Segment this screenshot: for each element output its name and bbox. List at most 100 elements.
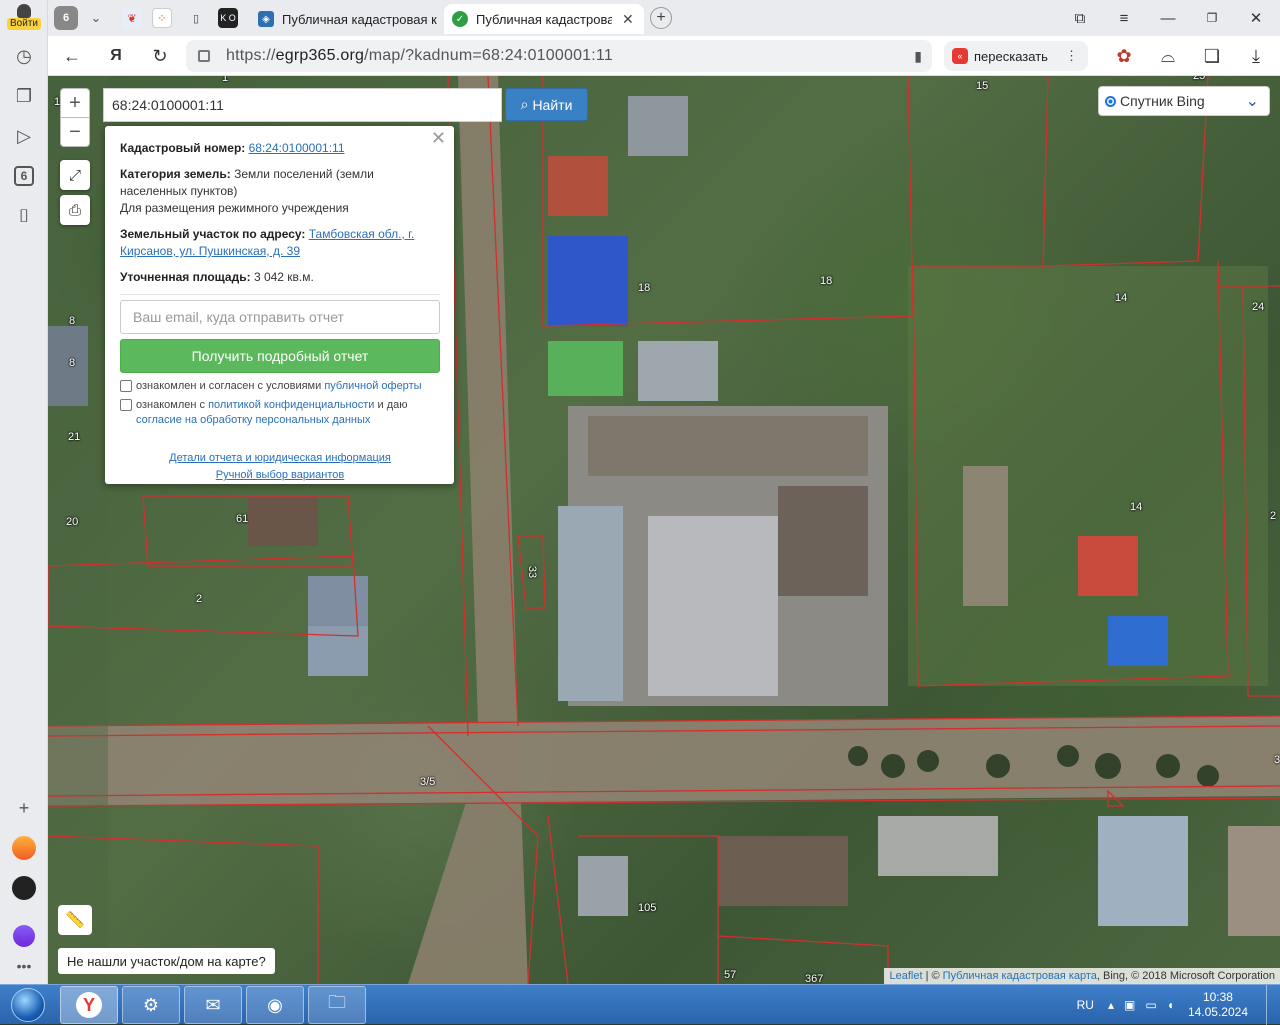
map-viewport[interactable]: 1 15 25 18 18 14 24 8 8 21 61 20 2 33 14… — [48, 76, 1280, 984]
parcel-label: 105 — [638, 902, 657, 914]
area-row: Уточненная площадь: 3 042 кв.м. — [120, 269, 440, 286]
url-prefix: https:// — [226, 47, 276, 64]
parcel-label: 2 — [196, 593, 203, 605]
details-link[interactable]: Детали отчета и юридическая информация — [169, 452, 391, 464]
app-task-4[interactable]: ◉ — [246, 986, 304, 1024]
back-icon[interactable]: ← — [60, 44, 84, 68]
alice-icon[interactable] — [8, 920, 40, 952]
parcel-label: 57 — [724, 969, 737, 981]
tab-group-button[interactable]: 6 — [8, 160, 40, 192]
parcel-label: 18 — [638, 282, 651, 294]
cadnum-row: Кадастровый номер: 68:24:0100001:11 — [120, 140, 440, 157]
url-text[interactable]: https://egrp365.org/map/?kadnum=68:24:01… — [226, 47, 613, 65]
layer-select[interactable]: Спутник Bing ⌄ — [1098, 86, 1270, 116]
pinned-tab-4[interactable]: K O — [218, 8, 238, 28]
cadastral-map-link[interactable]: Публичная кадастровая карта — [943, 970, 1097, 982]
history-icon[interactable]: ◷ — [8, 40, 40, 72]
close-window-icon[interactable]: ✕ — [1244, 6, 1268, 30]
pinned-tab-1[interactable]: ❦ — [122, 8, 142, 28]
restore-icon[interactable]: ❐ — [1200, 6, 1224, 30]
retell-label: пересказать — [974, 48, 1048, 64]
app-task-3[interactable]: ✉ — [184, 986, 242, 1024]
offer-link[interactable]: публичной оферты — [324, 380, 421, 392]
collections-icon[interactable]: ❐ — [8, 80, 40, 112]
app-task-2[interactable]: ⚙ — [122, 986, 180, 1024]
attribution-text: , Bing, © 2018 Microsoft Corporation — [1096, 970, 1275, 982]
leaflet-link[interactable]: Leaflet — [889, 970, 922, 982]
cadastral-icon: ◈ — [258, 11, 274, 27]
close-tab-icon[interactable]: ✕ — [622, 11, 634, 28]
retell-icon: « — [952, 48, 968, 64]
explorer-task[interactable]: 🗀 — [308, 986, 366, 1024]
language-indicator[interactable]: RU — [1077, 998, 1094, 1012]
cadastral-search-input[interactable]: 68:24:0100001:11 — [103, 88, 502, 122]
pinned-tab-2[interactable]: ⁘ — [152, 8, 172, 28]
close-icon[interactable]: ✕ — [431, 129, 446, 147]
email-field[interactable]: Ваш email, куда отправить отчет — [120, 300, 440, 334]
print-icon[interactable]: ⎙ — [60, 195, 90, 225]
clock-time: 10:38 — [1202, 990, 1233, 1004]
add-icon[interactable]: + — [8, 792, 40, 824]
bookmark-icon[interactable]: ▮ — [914, 48, 922, 65]
login-button[interactable]: Войти — [4, 2, 44, 34]
extension-icon[interactable]: ✿ — [1112, 44, 1136, 68]
shield-icon[interactable]: ⌓ — [1156, 44, 1180, 68]
tray-expand-icon[interactable]: ▴ — [1108, 998, 1114, 1012]
get-report-button[interactable]: Получить подробный отчет — [120, 339, 440, 373]
tab-cadastral-1[interactable]: ◈ Публичная кадастровая к — [250, 4, 444, 34]
parcel-label: 24 — [1252, 301, 1265, 313]
offer-consent: ознакомлен и согласен с условиями публич… — [120, 379, 440, 394]
privacy-link[interactable]: политикой конфиденциальности — [208, 399, 374, 411]
tab-group-count: 6 — [14, 166, 34, 186]
parcel-label: 3 — [1274, 754, 1280, 766]
manual-select-link[interactable]: Ручной выбор вариантов — [216, 469, 344, 481]
reload-icon[interactable]: ↻ — [148, 44, 172, 68]
video-icon[interactable]: ▷ — [8, 120, 40, 152]
start-button[interactable] — [2, 985, 54, 1025]
pinned-tab-3[interactable]: ▯ — [186, 8, 206, 28]
parcel-label: 14 — [1130, 501, 1143, 513]
search-button[interactable]: ⌕ Найти — [505, 88, 588, 121]
tabs-dropdown-icon[interactable]: ⌄ — [86, 8, 106, 28]
parcel-label: 20 — [66, 516, 79, 528]
show-desktop-button[interactable] — [1266, 985, 1280, 1025]
download-icon[interactable]: ⤓ — [1244, 44, 1268, 68]
offer-text: ознакомлен и согласен с условиями — [136, 380, 322, 392]
more-icon[interactable]: ••• — [8, 950, 40, 982]
new-tab-button[interactable]: + — [650, 7, 672, 29]
offer-checkbox[interactable] — [120, 380, 132, 392]
personal-data-link[interactable]: согласие на обработку персональных данны… — [136, 414, 370, 426]
zoom-out-button[interactable]: − — [60, 117, 90, 147]
zoom-in-button[interactable]: + — [60, 88, 90, 118]
display-icon[interactable]: ▭ — [1145, 998, 1156, 1012]
tab-cadastral-2[interactable]: ✓ Публичная кадастрова ✕ — [444, 4, 644, 34]
yandex-icon[interactable]: Я — [104, 44, 128, 68]
screenshot-icon[interactable]: ⌷ — [8, 200, 40, 232]
cadnum-link[interactable]: 68:24:0100001:11 — [249, 141, 345, 155]
clock[interactable]: 10:38 14.05.2024 — [1188, 990, 1248, 1020]
collections-tab-icon[interactable]: ⧉ — [1068, 6, 1092, 30]
retell-button[interactable]: « пересказать ⋮ — [944, 41, 1088, 71]
not-found-button[interactable]: Не нашли участок/дом на карте? — [58, 948, 275, 974]
tab-counter[interactable]: 6 — [54, 6, 78, 30]
more-vertical-icon[interactable]: ⋮ — [1065, 48, 1078, 64]
menu-icon[interactable]: ≡ — [1112, 6, 1136, 30]
fullscreen-icon[interactable]: ⤢ — [60, 160, 90, 190]
privacy-checkbox[interactable] — [120, 399, 132, 411]
parcel-label: 21 — [68, 431, 81, 443]
windows-taskbar: Y ⚙ ✉ ◉ 🗀 RU ▴ ▣ ▭ ◖ 10:38 14.05.2024 — [0, 984, 1280, 1025]
windows-logo-icon — [11, 988, 45, 1022]
messenger-icon[interactable] — [8, 872, 40, 904]
yandex-browser-task[interactable]: Y — [60, 986, 118, 1024]
browser-app-icon: ◉ — [267, 994, 283, 1015]
minimize-icon[interactable]: — — [1156, 6, 1180, 30]
reader-icon[interactable]: ❏ — [1200, 44, 1224, 68]
category-row: Категория земель: Земли поселений (земли… — [120, 166, 440, 217]
mail-icon[interactable] — [8, 832, 40, 864]
address-bar[interactable]: https://egrp365.org/map/?kadnum=68:24:01… — [186, 40, 932, 72]
volume-icon[interactable]: ◖ — [1167, 998, 1174, 1012]
parcel-info-popup: ✕ Кадастровый номер: 68:24:0100001:11 Ка… — [105, 126, 454, 484]
ruler-icon[interactable]: 📏 — [58, 905, 92, 935]
network-icon[interactable]: ▣ — [1124, 998, 1135, 1012]
radio-icon — [1105, 95, 1116, 107]
